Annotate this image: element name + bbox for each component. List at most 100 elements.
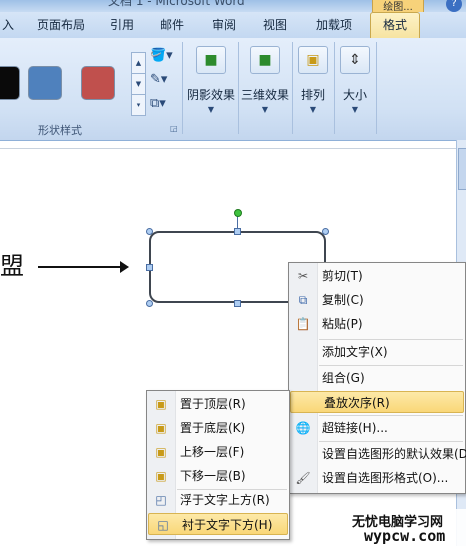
page-top-edge bbox=[0, 148, 456, 149]
outline-pen-icon[interactable]: ✎▾ bbox=[150, 72, 174, 90]
style-gallery-scroll[interactable]: ▲ ▼ ▾ bbox=[131, 52, 146, 116]
fill-bucket-icon[interactable]: 🪣▾ bbox=[150, 48, 174, 66]
gallery-expand-icon[interactable]: ▾ bbox=[132, 95, 145, 115]
paste-icon: 📋 bbox=[295, 317, 311, 331]
resize-handle-top[interactable] bbox=[234, 228, 241, 235]
menu-item-label: 添加文字(X) bbox=[322, 345, 388, 359]
menu-item-format-shape[interactable]: 🖌 设置自选图形格式(O)... bbox=[289, 467, 465, 489]
chevron-down-icon: ▼ bbox=[351, 105, 359, 114]
menu-item-hyperlink[interactable]: 🌐 超链接(H)... bbox=[289, 417, 465, 439]
menu-item-order[interactable]: 叠放次序(R) bbox=[290, 391, 464, 413]
order-submenu: ▣ 置于顶层(R) ▣ 置于底层(K) ▣ 上移一层(F) ▣ 下移一层(B) … bbox=[146, 390, 290, 540]
resize-handle-top-right[interactable] bbox=[322, 228, 329, 235]
resize-handle-bottom-left[interactable] bbox=[146, 300, 153, 307]
scrollbar-thumb[interactable] bbox=[458, 148, 466, 190]
menu-separator bbox=[319, 365, 463, 366]
contextual-tab-group: 绘图... bbox=[372, 0, 424, 12]
rotation-handle[interactable] bbox=[234, 209, 242, 217]
group-separator bbox=[182, 42, 183, 134]
arrange-label: 排列 bbox=[300, 88, 325, 102]
in-front-of-text-icon: ◰ bbox=[155, 493, 167, 507]
ribbon: ▲ ▼ ▾ 🪣▾ ✎▾ ⧉▾ 形状样式 ◲ ■ 阴影效果 ▼ ■ 三维效果 ▼ … bbox=[0, 38, 466, 141]
resize-handle-left[interactable] bbox=[146, 264, 153, 271]
shape-style-blue[interactable] bbox=[28, 66, 62, 100]
arrow-line bbox=[38, 266, 126, 268]
shape-style-black[interactable] bbox=[0, 66, 20, 100]
tab-format[interactable]: 格式 bbox=[370, 12, 420, 39]
menu-item-label: 衬于文字下方(H) bbox=[182, 518, 273, 532]
tab-mailings[interactable]: 邮件 bbox=[152, 12, 192, 38]
site-watermark: 无忧电脑学习网 wypcw.com bbox=[348, 509, 466, 546]
help-icon[interactable]: ? bbox=[446, 0, 462, 12]
menu-item-label: 设置自选图形的默认效果(D) bbox=[322, 447, 466, 461]
send-to-back-icon: ▣ bbox=[155, 421, 167, 435]
size-label: 大小 bbox=[342, 88, 367, 102]
behind-text-icon: ◱ bbox=[157, 518, 169, 532]
menu-item-copy[interactable]: ⧉ 复制(C) bbox=[289, 289, 465, 311]
group-separator bbox=[376, 42, 377, 134]
shape-styles-label: 形状样式 bbox=[38, 124, 82, 137]
menu-separator bbox=[319, 339, 463, 340]
ribbon-tabs: 入 页面布局 引用 邮件 审阅 视图 加载项 格式 bbox=[0, 12, 466, 39]
shape-style-red[interactable] bbox=[81, 66, 115, 100]
menu-separator bbox=[319, 441, 463, 442]
document-text: 盟 bbox=[0, 252, 24, 280]
size-button[interactable]: ⇕ 大小 ▼ bbox=[338, 42, 372, 120]
tab-add-ins[interactable]: 加载项 bbox=[308, 12, 360, 38]
menu-item-label: 组合(G) bbox=[322, 371, 365, 385]
tab-insert[interactable]: 入 bbox=[0, 12, 18, 38]
chevron-down-icon[interactable]: ▼ bbox=[132, 74, 145, 95]
context-menu: ✂ 剪切(T) ⧉ 复制(C) 📋 粘贴(P) 添加文字(X) 组合(G) 叠放… bbox=[288, 262, 466, 494]
hyperlink-icon: 🌐 bbox=[295, 421, 311, 435]
menu-item-label: 粘贴(P) bbox=[322, 317, 363, 331]
menu-item-label: 浮于文字上方(R) bbox=[180, 493, 270, 507]
menu-item-set-default-effect[interactable]: 设置自选图形的默认效果(D) bbox=[289, 443, 466, 465]
chevron-down-icon: ▼ bbox=[261, 105, 269, 114]
submenu-item-send-backward[interactable]: ▣ 下移一层(B) bbox=[147, 465, 289, 487]
shadow-effects-button[interactable]: ■ 阴影效果 ▼ bbox=[186, 42, 236, 120]
scissors-icon: ✂ bbox=[297, 269, 309, 283]
menu-item-label: 剪切(T) bbox=[322, 269, 363, 283]
group-separator bbox=[238, 42, 239, 134]
tab-page-layout[interactable]: 页面布局 bbox=[30, 12, 92, 38]
arrow-head bbox=[120, 261, 129, 273]
menu-item-label: 置于顶层(R) bbox=[180, 397, 246, 411]
size-icon: ⇕ bbox=[340, 46, 370, 74]
submenu-item-bring-to-front[interactable]: ▣ 置于顶层(R) bbox=[147, 393, 289, 415]
title-bar: 文档 1 - Microsoft Word 绘图... ? bbox=[0, 0, 466, 12]
format-shape-icon: 🖌 bbox=[295, 471, 311, 485]
tab-view[interactable]: 视图 bbox=[254, 12, 296, 38]
shadow-effects-label: 阴影效果 bbox=[186, 88, 235, 102]
change-shape-icon[interactable]: ⧉▾ bbox=[150, 96, 174, 114]
submenu-item-bring-forward[interactable]: ▣ 上移一层(F) bbox=[147, 441, 289, 463]
resize-handle-top-left[interactable] bbox=[146, 228, 153, 235]
menu-item-cut[interactable]: ✂ 剪切(T) bbox=[289, 265, 465, 287]
dialog-launcher-icon[interactable]: ◲ bbox=[170, 124, 178, 133]
menu-separator bbox=[319, 415, 463, 416]
submenu-item-send-to-back[interactable]: ▣ 置于底层(K) bbox=[147, 417, 289, 439]
submenu-item-in-front-of-text[interactable]: ◰ 浮于文字上方(R) bbox=[147, 489, 289, 511]
send-backward-icon: ▣ bbox=[155, 469, 167, 483]
chevron-up-icon[interactable]: ▲ bbox=[132, 53, 145, 74]
3d-effects-button[interactable]: ■ 三维效果 ▼ bbox=[240, 42, 290, 120]
submenu-item-behind-text[interactable]: ◱ 衬于文字下方(H) bbox=[148, 513, 288, 535]
arrange-button[interactable]: ▣ 排列 ▼ bbox=[296, 42, 330, 120]
tab-review[interactable]: 审阅 bbox=[204, 12, 244, 38]
3d-effect-icon: ■ bbox=[250, 46, 280, 74]
arrange-icon: ▣ bbox=[298, 46, 328, 74]
menu-item-label: 叠放次序(R) bbox=[324, 396, 390, 410]
menu-item-group[interactable]: 组合(G) bbox=[289, 367, 465, 389]
resize-handle-bottom[interactable] bbox=[234, 300, 241, 307]
chevron-down-icon: ▼ bbox=[309, 105, 317, 114]
tab-references[interactable]: 引用 bbox=[102, 12, 142, 38]
copy-icon: ⧉ bbox=[298, 293, 308, 307]
group-separator bbox=[334, 42, 335, 134]
menu-item-add-text[interactable]: 添加文字(X) bbox=[289, 341, 465, 363]
chevron-down-icon: ▼ bbox=[207, 105, 215, 114]
menu-item-label: 超链接(H)... bbox=[322, 421, 388, 435]
bring-forward-icon: ▣ bbox=[155, 445, 167, 459]
group-separator bbox=[292, 42, 293, 134]
menu-item-paste[interactable]: 📋 粘贴(P) bbox=[289, 313, 465, 335]
bring-to-front-icon: ▣ bbox=[155, 397, 167, 411]
menu-item-label: 设置自选图形格式(O)... bbox=[322, 471, 449, 485]
